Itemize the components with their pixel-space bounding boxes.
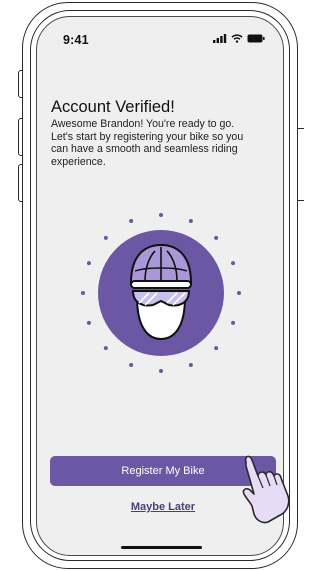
ring-dot xyxy=(214,346,219,351)
pointing-hand-icon xyxy=(242,455,290,524)
description-line: Awesome Brandon! You're ready to go. xyxy=(51,118,235,130)
status-icons xyxy=(213,34,265,43)
signal-icon xyxy=(213,34,227,43)
ring-dot xyxy=(129,363,134,368)
ring-dot xyxy=(159,369,163,373)
device-mockup: 9:41 Account Verified! Awesome Brandon! … xyxy=(0,0,304,571)
ring-dot xyxy=(159,213,163,217)
ring-dot xyxy=(129,218,134,223)
description-text: Awesome Brandon! You're ready to go. Let… xyxy=(51,118,275,168)
cyclist-helmet-illustration xyxy=(81,213,241,373)
page-title: Account Verified! xyxy=(51,98,175,116)
ring-dot xyxy=(81,291,85,295)
description-line: Let's start by registering your bike so … xyxy=(51,130,244,143)
ring-dot xyxy=(103,346,108,351)
ring-dot xyxy=(86,261,91,266)
frame-edge-mark xyxy=(298,200,304,202)
ring-dot xyxy=(214,235,219,240)
ring-dot xyxy=(231,261,236,266)
ring-dot xyxy=(86,320,91,325)
wifi-icon xyxy=(231,34,243,43)
description-line: experience. xyxy=(51,155,106,168)
ring-dot xyxy=(188,363,193,368)
ring-dot xyxy=(231,320,236,325)
ring-dot xyxy=(103,235,108,240)
ring-dot xyxy=(188,218,193,223)
battery-icon xyxy=(247,34,265,43)
ring-dot xyxy=(237,291,241,295)
frame-edge-mark xyxy=(298,128,304,130)
home-indicator xyxy=(121,546,202,549)
status-time: 9:41 xyxy=(63,33,89,47)
description-line: can have a smooth and seamless riding xyxy=(51,143,238,156)
